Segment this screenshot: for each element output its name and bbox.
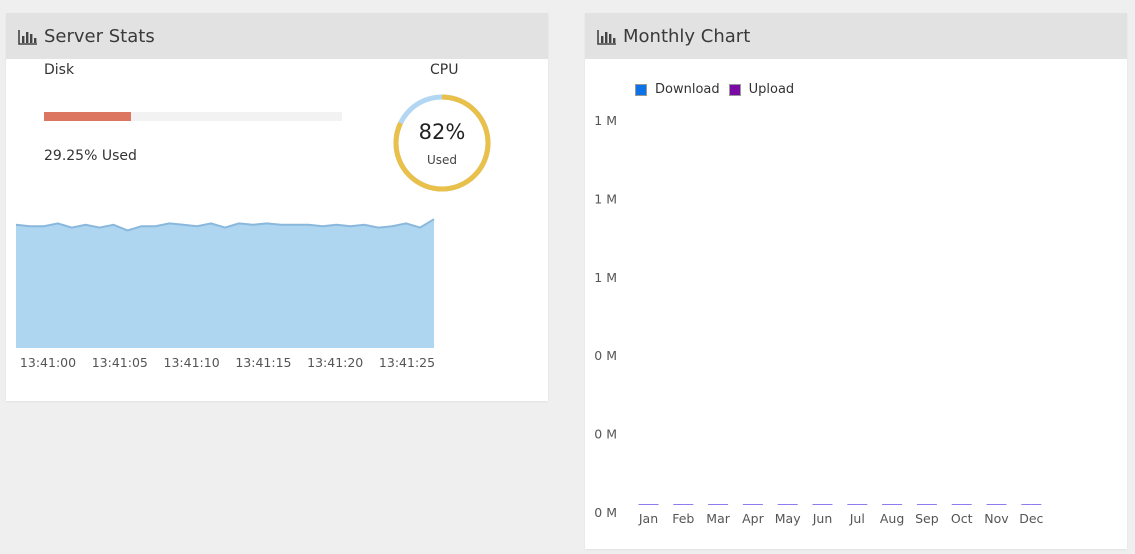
bar-download — [708, 504, 719, 505]
bar-upload — [892, 504, 903, 505]
x-tick-label: Apr — [742, 511, 764, 526]
x-tick-label: 13:41:25 — [379, 355, 435, 370]
monthly-bar-chart: 1 M 1 M 1 M 0 M 0 M 0 M Jan Feb Mar Apr May Jun Jul A… — [594, 113, 1043, 526]
bar-download — [882, 504, 893, 505]
bar-upload — [787, 504, 798, 505]
server-stats-header: Server Stats — [6, 13, 548, 59]
x-tick-label: Sep — [915, 511, 939, 526]
x-tick-label: 13:41:05 — [92, 355, 148, 370]
y-tick-label: 0 M — [594, 348, 617, 363]
bar-download — [916, 504, 927, 505]
server-stats-title: Server Stats — [44, 25, 155, 47]
legend-swatch-upload — [728, 83, 741, 96]
bar-chart-icon — [18, 30, 37, 45]
disk-label: Disk — [44, 62, 75, 78]
legend-item-upload[interactable]: Upload — [728, 82, 795, 97]
server-stats-panel: Server Stats Disk 29.25% Used CPU 82% Us… — [6, 13, 548, 401]
x-tick-label: Jun — [812, 511, 833, 526]
cpu-used-label: Used — [426, 153, 458, 167]
disk-usage-bar — [44, 112, 342, 121]
x-tick-label: May — [775, 511, 801, 526]
x-tick-label: Mar — [706, 511, 730, 526]
cpu-percent: 82% — [418, 120, 466, 144]
bar-download — [1021, 504, 1032, 505]
monthly-chart-panel: Monthly Chart Download Upload 1 M 1 M 1 M 0… — [585, 13, 1127, 549]
x-tick-label: 13:41:10 — [164, 355, 220, 370]
monthly-chart-header: Monthly Chart — [585, 13, 1127, 59]
bar-download — [673, 504, 684, 505]
bar-download — [777, 504, 788, 505]
live-area-fill — [16, 219, 434, 348]
bar-chart-icon — [597, 30, 616, 45]
legend-label-upload: Upload — [748, 82, 795, 97]
y-tick-label: 1 M — [594, 191, 617, 206]
y-tick-label: 1 M — [594, 270, 617, 285]
x-tick-label: 13:41:20 — [307, 355, 363, 370]
bar-upload — [822, 504, 833, 505]
x-tick-label: Feb — [672, 511, 694, 526]
x-tick-label: Dec — [1019, 511, 1043, 526]
bar-upload — [857, 504, 868, 505]
bar-upload — [718, 504, 729, 505]
chart-legend: Download Upload — [635, 82, 803, 97]
bar-upload — [683, 504, 694, 505]
monthly-chart-title: Monthly Chart — [623, 25, 751, 47]
bar-upload — [926, 504, 937, 505]
x-tick-label: Nov — [984, 511, 1009, 526]
bar-download — [812, 504, 823, 505]
bar-upload — [961, 504, 972, 505]
bar-download — [847, 504, 858, 505]
legend-label-download: Download — [655, 82, 720, 97]
bar-upload — [648, 504, 659, 505]
bar-download — [742, 504, 753, 505]
disk-used-text: 29.25% Used — [44, 148, 137, 164]
x-tick-label: 13:41:15 — [235, 355, 291, 370]
bar-upload — [1031, 504, 1042, 505]
legend-swatch-download — [635, 83, 647, 96]
bar-download — [986, 504, 997, 505]
legend-item-download[interactable]: Download — [635, 82, 720, 97]
x-tick-label: Jan — [638, 511, 658, 526]
x-tick-label: Oct — [951, 511, 973, 526]
x-tick-label: Jul — [849, 511, 865, 526]
bar-download — [638, 504, 649, 505]
y-tick-label: 0 M — [594, 505, 617, 520]
bar-upload — [752, 504, 763, 505]
x-tick-label: 13:41:00 — [20, 355, 76, 370]
cpu-label: CPU — [430, 62, 459, 78]
y-tick-label: 1 M — [594, 113, 617, 128]
bar-upload — [996, 504, 1007, 505]
live-cpu-area-chart: 13:41:00 13:41:05 13:41:10 13:41:15 13:41:20… — [15, 218, 435, 370]
bar-download — [951, 504, 962, 505]
disk-usage-fill — [44, 112, 132, 121]
x-tick-label: Aug — [880, 511, 904, 526]
y-tick-label: 0 M — [594, 427, 617, 442]
